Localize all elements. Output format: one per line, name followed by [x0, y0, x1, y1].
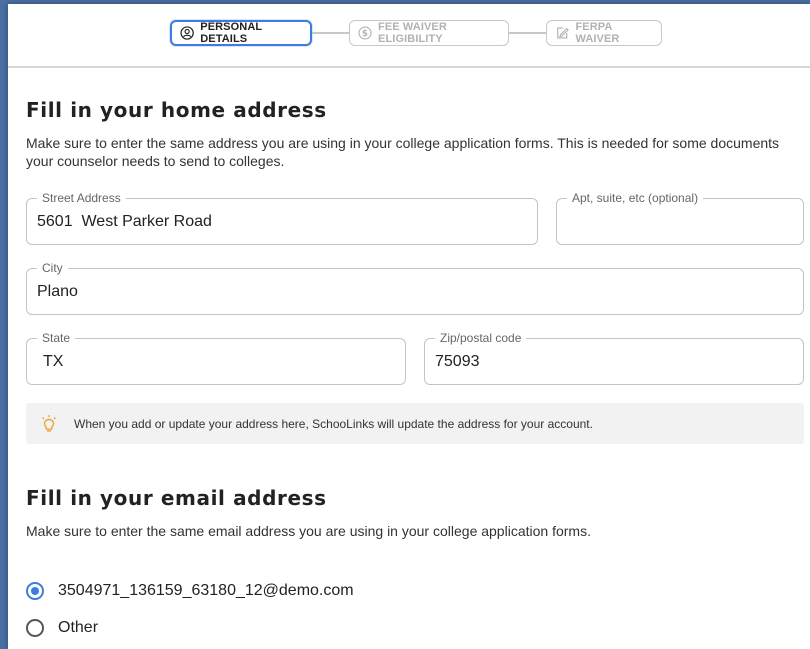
step-label: FEE WAIVER ELIGIBILITY	[378, 21, 447, 45]
email-option-other[interactable]: Other	[26, 619, 98, 637]
user-circle-icon	[180, 26, 194, 40]
step-connector	[312, 32, 349, 34]
step-personal-details[interactable]: PERSONAL DETAILS	[170, 20, 312, 46]
svg-text:$: $	[362, 29, 368, 39]
step-label: PERSONAL DETAILS	[200, 21, 262, 45]
state-input[interactable]	[43, 353, 401, 371]
zip-code-input[interactable]	[435, 353, 793, 371]
step-fee-waiver-eligibility[interactable]: $ FEE WAIVER ELIGIBILITY	[349, 20, 509, 46]
state-label: State	[37, 331, 76, 345]
email-option-demo[interactable]: 3504971_136159_63180_12@demo.com	[26, 582, 354, 600]
street-address-label: Street Address	[37, 191, 126, 205]
progress-stepper: PERSONAL DETAILS $ FEE WAIVER ELIGIBILIT…	[8, 4, 810, 68]
radio-button-selected[interactable]	[26, 582, 44, 600]
street-address-field[interactable]: Street Address	[26, 191, 538, 245]
radio-button-unselected[interactable]	[26, 619, 44, 637]
city-label: City	[37, 261, 68, 275]
email-description: Make sure to enter the same email addres…	[26, 523, 591, 539]
page-window: PERSONAL DETAILS $ FEE WAIVER ELIGIBILIT…	[8, 4, 810, 649]
step-ferpa-waiver[interactable]: FERPA WAIVER	[546, 20, 662, 46]
dollar-circle-icon: $	[358, 26, 372, 40]
address-description: Make sure to enter the same address you …	[26, 135, 780, 169]
zip-code-field[interactable]: Zip/postal code	[424, 331, 804, 385]
notice-text: When you add or update your address here…	[74, 416, 593, 431]
step-label: FERPA WAIVER	[575, 21, 620, 45]
step-connector	[509, 32, 546, 34]
apt-suite-label: Apt, suite, etc (optional)	[567, 191, 704, 205]
apt-suite-field[interactable]: Apt, suite, etc (optional)	[556, 191, 804, 245]
email-option-label: 3504971_136159_63180_12@demo.com	[58, 582, 354, 599]
city-field[interactable]: City	[26, 261, 804, 315]
address-update-notice: When you add or update your address here…	[26, 403, 804, 444]
city-input[interactable]	[37, 283, 793, 301]
lightbulb-icon	[42, 414, 56, 432]
street-address-input[interactable]	[37, 213, 527, 231]
email-section-title: Fill in your email address	[26, 486, 327, 510]
signature-icon	[557, 27, 569, 39]
zip-code-label: Zip/postal code	[435, 331, 527, 345]
apt-suite-input[interactable]	[567, 213, 793, 231]
address-section-title: Fill in your home address	[26, 98, 327, 122]
email-option-label: Other	[58, 619, 99, 636]
state-field[interactable]: State	[26, 331, 406, 385]
